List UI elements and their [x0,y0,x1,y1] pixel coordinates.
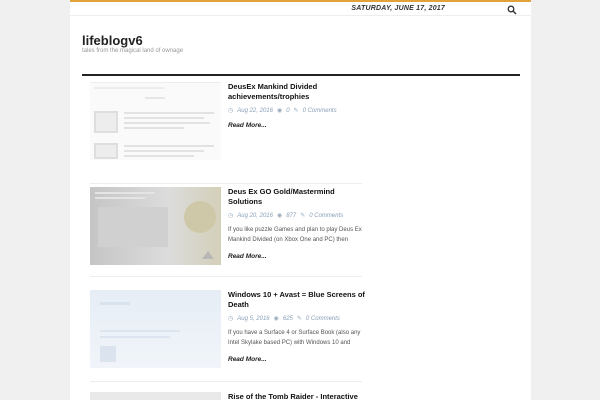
post-views: 877 [286,212,297,219]
post-excerpt: If you have a Surface 4 or Surface Book … [228,330,361,346]
post-meta: ◷ Aug 5, 2016 ◉ 625 ✎ 0 Comments [228,315,366,323]
post-content: Windows 10 + Avast = Blue Screens of Dea… [228,290,366,366]
post-date: Aug 5, 2016 [237,315,270,322]
post-comments[interactable]: 0 Comments [309,213,343,219]
eye-icon: ◉ [276,108,283,114]
thumbnail-image [95,192,216,259]
post-item: Deus Ex GO Gold/Mastermind Solutions ◷ A… [90,187,362,277]
clock-icon: ◷ [228,108,234,114]
read-more-link[interactable]: Read More... [228,253,267,260]
eye-icon: ◉ [273,316,279,322]
post-divider [90,276,362,277]
thumbnail-image [94,87,214,159]
clock-icon: ◷ [228,316,234,322]
header-divider [82,74,520,76]
site-title[interactable]: lifeblogv6 [82,33,143,48]
comment-icon: ✎ [300,213,306,219]
post-title[interactable]: Deus Ex GO Gold/Mastermind Solutions [228,187,366,207]
post-title[interactable]: DeusEx Mankind Divided achievements/trop… [228,82,366,102]
post-item: DeusEx Mankind Divided achievements/trop… [90,82,362,184]
read-more-link[interactable]: Read More... [228,122,267,129]
clock-icon: ◷ [228,213,234,219]
post-divider [90,381,362,382]
post-item: Rise of the Tomb Raider - Interactive [90,392,362,400]
post-item: Windows 10 + Avast = Blue Screens of Dea… [90,290,365,382]
post-content: Rise of the Tomb Raider - Interactive [228,392,366,400]
page: SATURDAY, JUNE 17, 2017 lifeblogv6 tales… [70,0,531,400]
post-content: DeusEx Mankind Divided achievements/trop… [228,82,366,132]
post-date: Aug 20, 2016 [237,212,273,219]
post-date: Aug 22, 2016 [237,107,273,114]
post-meta: ◷ Aug 20, 2016 ◉ 877 ✎ 0 Comments [228,212,366,220]
comment-icon: ✎ [296,316,302,322]
current-date: SATURDAY, JUNE 17, 2017 [351,5,445,12]
post-thumbnail[interactable] [90,392,221,400]
post-excerpt: If you like puzzle Games and plan to pla… [228,227,362,243]
post-comments[interactable]: 0 Comments [306,316,340,322]
site-tagline: tales from the magical land of ownage [82,48,184,54]
post-divider [90,183,362,184]
post-comments[interactable]: 0 Comments [303,108,337,114]
read-more-link[interactable]: Read More... [228,356,267,363]
post-content: Deus Ex GO Gold/Mastermind Solutions ◷ A… [228,187,366,263]
post-views: 625 [282,315,293,322]
post-thumbnail[interactable] [90,82,221,160]
post-thumbnail[interactable] [90,290,221,368]
top-bar: SATURDAY, JUNE 17, 2017 [70,0,531,16]
search-icon[interactable] [507,5,517,15]
post-views: 0 [286,107,290,114]
thumbnail-image [100,302,180,362]
comment-icon: ✎ [293,108,299,114]
post-thumbnail[interactable] [90,187,221,265]
post-title[interactable]: Windows 10 + Avast = Blue Screens of Dea… [228,290,366,310]
post-meta: ◷ Aug 22, 2016 ◉ 0 ✎ 0 Comments [228,107,366,115]
post-title[interactable]: Rise of the Tomb Raider - Interactive [228,392,366,400]
eye-icon: ◉ [276,213,283,219]
